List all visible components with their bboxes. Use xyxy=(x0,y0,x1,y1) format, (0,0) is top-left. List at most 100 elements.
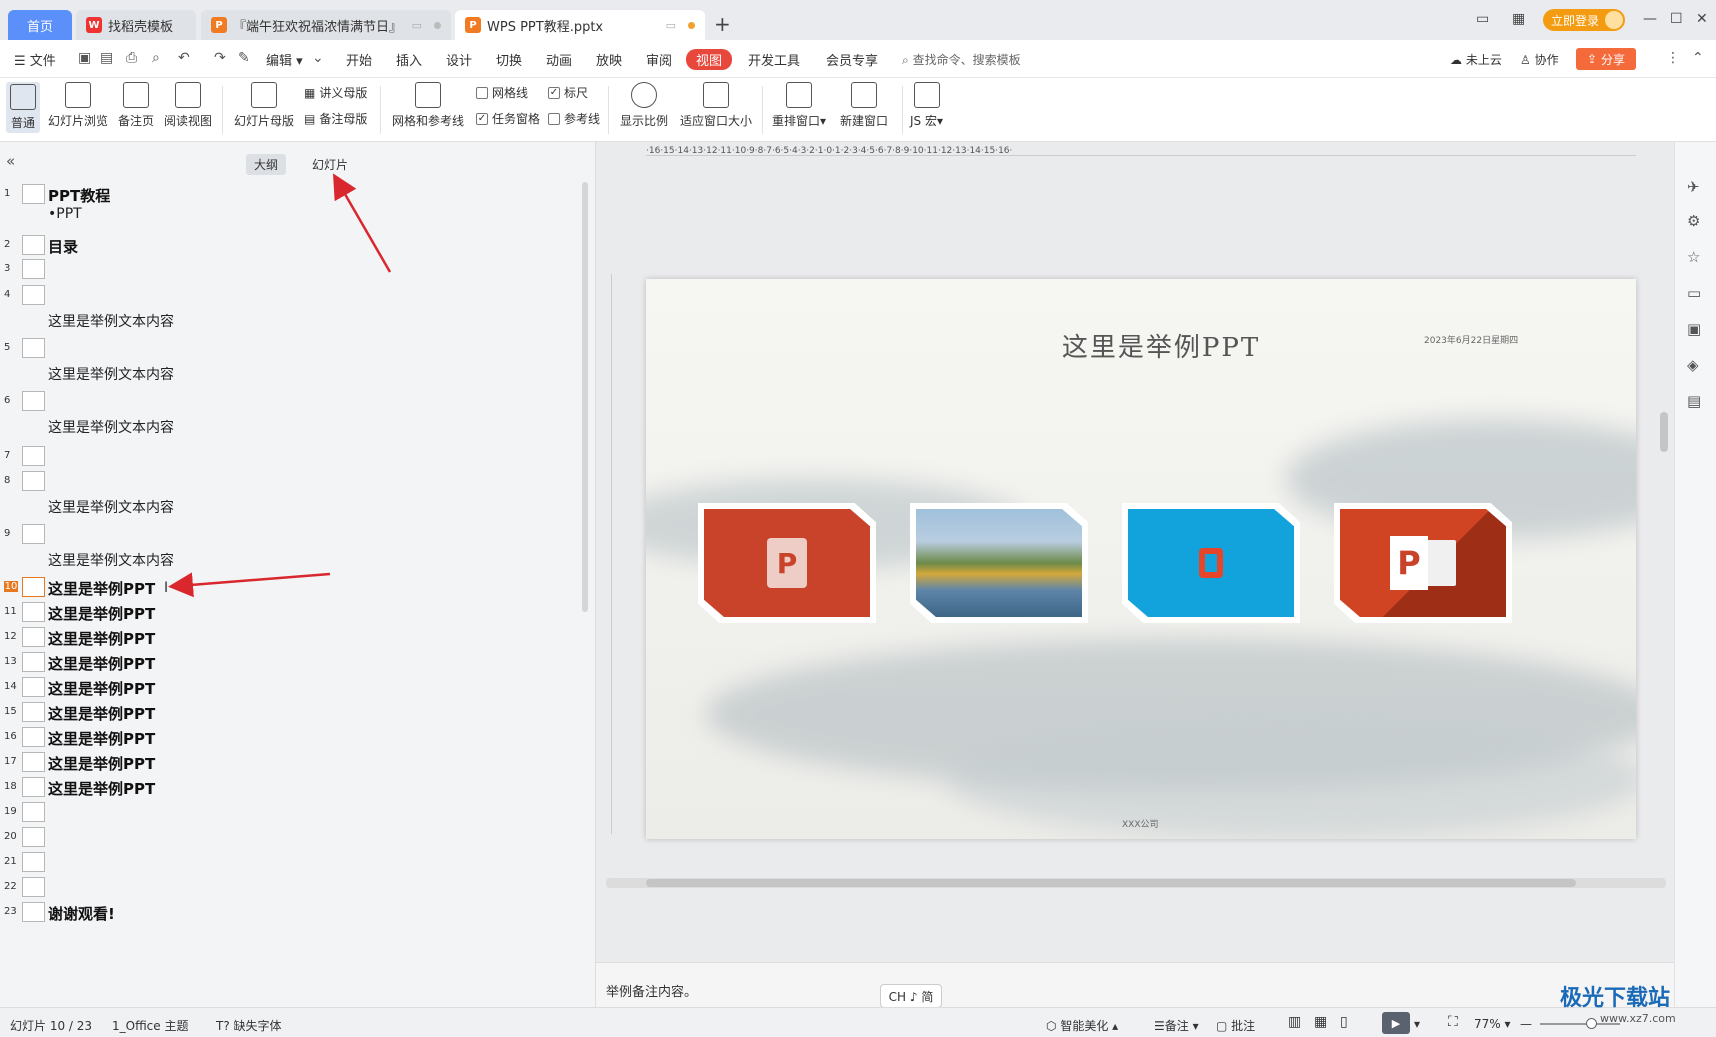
missing-font-button[interactable]: T? 缺失字体 xyxy=(216,1017,282,1034)
settings-sliders-icon[interactable]: ⚙ xyxy=(1687,212,1700,230)
image-card-landscape[interactable] xyxy=(910,503,1088,623)
menu-view[interactable]: 视图 xyxy=(686,49,733,70)
menu-slideshow[interactable]: 放映 xyxy=(596,50,622,69)
tab-festival-doc[interactable]: P 『端午狂欢祝福浓情满节日』 ▭ xyxy=(201,10,451,40)
play-options-chevron-icon[interactable]: ▾ xyxy=(1414,1017,1420,1031)
grid-guides-button[interactable]: 网格和参考线 xyxy=(392,82,464,129)
zoom-out-button[interactable]: — xyxy=(1520,1017,1532,1031)
outline-title[interactable]: 这里是举例PPT xyxy=(48,653,155,674)
horizontal-scrollbar[interactable] xyxy=(606,878,1666,888)
slide-thumb-box[interactable] xyxy=(22,802,45,822)
slide-thumb-box[interactable] xyxy=(22,446,45,466)
compass-icon[interactable]: ◈ xyxy=(1687,356,1699,374)
slide-thumb-box[interactable] xyxy=(22,777,45,797)
screen-mode-icon[interactable]: ▭ xyxy=(1476,11,1489,27)
tab-slides[interactable]: 幻灯片 xyxy=(304,154,356,175)
share-button[interactable]: ⇪ 分享 xyxy=(1576,48,1636,70)
slide-thumb-box[interactable] xyxy=(22,627,45,647)
outline-title[interactable]: 这里是举例PPT xyxy=(48,753,155,774)
slide-thumb-box[interactable] xyxy=(22,235,45,255)
outline-title[interactable]: 这里是举例PPT xyxy=(48,703,155,724)
outline-row[interactable]: 14 这里是举例PPT xyxy=(0,677,580,699)
notes-pane[interactable]: 举例备注内容。 xyxy=(596,962,1674,1007)
edit-menu[interactable]: 编辑 ▾ xyxy=(266,50,303,69)
outline-body-text[interactable]: 这里是举例文本内容 xyxy=(48,417,174,437)
slide-canvas[interactable]: 这里是举例PPT 2023年6月22日星期四 P P XXX公司 xyxy=(646,279,1636,839)
slide-thumb-box[interactable] xyxy=(22,285,45,305)
format-painter-icon[interactable]: ✎ xyxy=(238,50,250,66)
slide-thumb-box[interactable] xyxy=(22,702,45,722)
slide-date[interactable]: 2023年6月22日星期四 xyxy=(1424,333,1518,346)
tab-outline[interactable]: 大纲 xyxy=(246,154,287,175)
menu-transition[interactable]: 切换 xyxy=(496,50,522,69)
outline-row[interactable]: 11 这里是举例PPT xyxy=(0,602,580,623)
login-button[interactable]: 立即登录 xyxy=(1543,9,1625,31)
outline-row[interactable]: 8 xyxy=(0,471,580,491)
new-window-button[interactable]: 新建窗口 xyxy=(840,82,888,129)
search-command[interactable]: ⌕ 查找命令、搜索模板 xyxy=(902,51,1021,68)
print-icon[interactable]: ⎙ xyxy=(126,50,137,66)
arrange-windows-button[interactable]: 重排窗口▾ xyxy=(772,82,826,129)
outline-row[interactable]: 3 xyxy=(0,259,580,279)
outline-body-text[interactable]: 这里是举例文本内容 xyxy=(48,550,174,570)
slide-thumb-box[interactable] xyxy=(22,827,45,847)
star-icon[interactable]: ☆ xyxy=(1687,248,1700,266)
smart-beautify-button[interactable]: ⬡ 智能美化 ▴ xyxy=(1046,1017,1118,1034)
undo-icon[interactable]: ↶ xyxy=(178,50,190,66)
cloud-status[interactable]: ☁ 未上云 xyxy=(1450,51,1502,68)
file-menu[interactable]: ☰ 文件 xyxy=(14,50,56,69)
outline-row[interactable]: 13 这里是举例PPT xyxy=(0,652,580,674)
slide-thumb-box[interactable] xyxy=(22,577,45,597)
outline-body-text[interactable]: 这里是举例文本内容 xyxy=(48,497,174,517)
normal-view-button[interactable]: 普通 xyxy=(6,82,40,133)
slide-thumb-box[interactable] xyxy=(22,391,45,411)
ruler-checkbox[interactable]: ✓ 标尺 xyxy=(548,84,588,101)
vertical-scroll-thumb[interactable] xyxy=(1660,412,1668,452)
fit-screen-icon[interactable]: ⛶ xyxy=(1448,1014,1458,1030)
outline-row[interactable]: 10 这里是举例PPT xyxy=(0,577,580,599)
screen-icon[interactable]: ▭ xyxy=(1687,284,1701,302)
outline-title[interactable]: 这里是举例PPT xyxy=(48,678,155,699)
outline-title[interactable]: 这里是举例PPT xyxy=(48,778,155,799)
maximize-button[interactable]: ☐ xyxy=(1670,11,1683,27)
outline-row[interactable]: 9 xyxy=(0,524,580,544)
menu-start[interactable]: 开始 xyxy=(346,50,372,69)
tab-template[interactable]: W 找稻壳模板 xyxy=(76,10,196,40)
image-icon[interactable]: ▣ xyxy=(1687,320,1701,338)
outline-row[interactable]: 20 xyxy=(0,827,580,847)
menu-member[interactable]: 会员专享 xyxy=(826,50,878,69)
new-tab-plus-icon[interactable]: + xyxy=(714,12,731,36)
slide-master-button[interactable]: 幻灯片母版 xyxy=(234,82,294,129)
slide-thumb-box[interactable] xyxy=(22,727,45,747)
horizontal-scroll-thumb[interactable] xyxy=(646,879,1576,887)
js-macro-button[interactable]: JS 宏▾ xyxy=(910,82,943,129)
notes-text[interactable]: 举例备注内容。 xyxy=(606,981,697,1000)
slide-thumb-box[interactable] xyxy=(22,877,45,897)
outline-row[interactable]: 21 xyxy=(0,852,580,872)
export-icon[interactable]: ▤ xyxy=(100,50,113,66)
tab-active-doc[interactable]: P WPS PPT教程.pptx ▭ xyxy=(455,10,705,40)
handout-master-button[interactable]: ▦ 讲义母版 xyxy=(304,84,367,101)
notes-master-button[interactable]: ▤ 备注母版 xyxy=(304,110,367,127)
outline-title[interactable]: 这里是举例PPT xyxy=(48,728,155,749)
outline-row[interactable]: 22 xyxy=(0,877,580,897)
chevron-down-icon[interactable]: ⌄ xyxy=(312,50,324,66)
zoom-level[interactable]: 77% ▾ xyxy=(1474,1017,1511,1031)
grid-apps-icon[interactable]: ▦ xyxy=(1512,11,1525,27)
save-icon[interactable]: ▣ xyxy=(78,50,91,66)
outline-row[interactable]: 7 xyxy=(0,446,580,466)
collapse-ribbon-icon[interactable]: ⌃ xyxy=(1692,50,1704,66)
slide-thumb-box[interactable] xyxy=(22,902,45,922)
fit-window-button[interactable]: 适应窗口大小 xyxy=(680,82,752,129)
outline-row[interactable]: 2 目录 xyxy=(0,235,580,256)
guides-checkbox[interactable]: 参考线 xyxy=(548,110,600,127)
normal-view-icon[interactable]: ▥ xyxy=(1288,1014,1301,1030)
slide-thumb-box[interactable] xyxy=(22,752,45,772)
image-card-office[interactable] xyxy=(1122,503,1300,623)
close-button[interactable]: ✕ xyxy=(1696,11,1708,27)
outline-title[interactable]: PPT教程 xyxy=(48,185,110,206)
outline-title[interactable]: 这里是举例PPT xyxy=(48,578,155,599)
collapse-pane-icon[interactable]: « xyxy=(6,152,15,170)
slide-thumb-box[interactable] xyxy=(22,677,45,697)
outline-row[interactable]: 23 谢谢观看! xyxy=(0,902,580,923)
